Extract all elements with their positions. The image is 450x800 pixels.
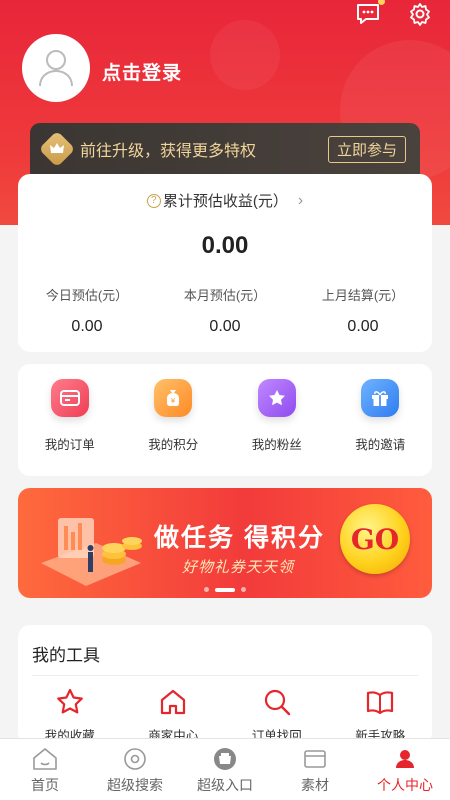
order-card-icon bbox=[50, 379, 89, 417]
search-icon bbox=[264, 689, 290, 716]
divider bbox=[32, 675, 418, 676]
super-search-icon bbox=[124, 748, 146, 770]
star-icon bbox=[257, 379, 296, 417]
tab-super-search[interactable]: 超级搜索 bbox=[90, 739, 180, 800]
login-link[interactable]: 点击登录 bbox=[102, 58, 182, 85]
svg-text:¥: ¥ bbox=[171, 397, 176, 405]
earnings-month: 本月预估(元） 0.00 bbox=[156, 285, 294, 336]
earnings-breakdown: 今日预估(元） 0.00 本月预估(元） 0.00 上月结算(元） 0.00 bbox=[18, 285, 432, 336]
earnings-last-month: 上月结算(元） 0.00 bbox=[294, 285, 432, 336]
tab-label: 个人中心 bbox=[377, 777, 433, 793]
earnings-label: 本月预估(元） bbox=[183, 288, 267, 303]
store-icon bbox=[161, 689, 186, 715]
money-bag-icon: ¥ bbox=[154, 379, 193, 417]
go-button[interactable]: GO bbox=[340, 504, 410, 574]
tab-label: 首页 bbox=[31, 777, 59, 793]
avatar[interactable] bbox=[22, 34, 90, 102]
banner-subtitle: 好物礼券天天领 bbox=[182, 559, 295, 576]
gift-icon bbox=[361, 379, 400, 417]
tab-label: 素材 bbox=[301, 777, 329, 793]
tool-order-recovery[interactable]: 订单找回 bbox=[225, 687, 329, 744]
tool-favorites[interactable]: 我的收藏 bbox=[18, 687, 122, 744]
profile-icon bbox=[396, 750, 414, 768]
quick-link-label: 我的邀请 bbox=[355, 438, 406, 452]
quick-link-label: 我的积分 bbox=[148, 438, 199, 452]
quick-link-label: 我的订单 bbox=[44, 438, 95, 452]
tab-material[interactable]: 素材 bbox=[270, 739, 360, 800]
my-invites-link[interactable]: 我的邀请 bbox=[329, 364, 433, 476]
chat-bubble-icon[interactable] bbox=[354, 0, 385, 28]
carousel-indicator bbox=[18, 587, 432, 592]
vip-promo-text: 前往升级，获得更多特权 bbox=[80, 143, 257, 160]
my-fans-link[interactable]: 我的粉丝 bbox=[225, 364, 329, 476]
my-points-link[interactable]: ¥ 我的积分 bbox=[122, 364, 226, 476]
star-outline-icon bbox=[56, 688, 83, 714]
tab-home[interactable]: 首页 bbox=[0, 739, 90, 800]
join-now-button[interactable]: 立即参与 bbox=[327, 135, 406, 163]
tab-profile[interactable]: 个人中心 bbox=[360, 739, 450, 800]
my-orders-link[interactable]: 我的订单 bbox=[18, 364, 122, 476]
tools-title: 我的工具 bbox=[32, 646, 100, 665]
chevron-right-icon: › bbox=[297, 191, 304, 209]
carousel-dot[interactable] bbox=[204, 587, 209, 592]
entrance-icon bbox=[214, 748, 236, 770]
question-icon[interactable]: ? bbox=[146, 193, 161, 208]
carousel-dot[interactable] bbox=[241, 587, 246, 592]
earnings-title: 累计预估收益(元） bbox=[162, 193, 288, 210]
bottom-tab-bar: 首页 超级搜索 超级入口 素材 个人中心 bbox=[0, 738, 450, 800]
tab-label: 超级入口 bbox=[197, 777, 253, 793]
header-actions bbox=[354, 0, 434, 28]
tool-beginner-guide[interactable]: 新手攻略 bbox=[329, 687, 433, 744]
gear-icon[interactable] bbox=[406, 0, 434, 28]
task-banner[interactable]: 做任务 得积分 好物礼券天天领 GO bbox=[18, 488, 432, 598]
carousel-dot-active[interactable] bbox=[215, 587, 235, 592]
tools-card: 我的工具 我的收藏 商家中心 订单找回 新手攻略 bbox=[18, 625, 432, 745]
material-icon bbox=[304, 750, 326, 768]
vip-upgrade-bar[interactable]: 前往升级，获得更多特权 立即参与 bbox=[30, 123, 420, 175]
decor-circle bbox=[210, 20, 280, 90]
earnings-title-row[interactable]: ? 累计预估收益(元） › bbox=[18, 190, 432, 211]
earnings-label: 今日预估(元） bbox=[45, 288, 129, 303]
earnings-label: 上月结算(元） bbox=[321, 288, 405, 303]
earnings-total: 0.00 bbox=[201, 232, 249, 259]
user-silhouette-icon bbox=[39, 50, 73, 87]
tab-label: 超级搜索 bbox=[107, 777, 163, 793]
unread-dot bbox=[378, 0, 385, 5]
tab-super-entrance[interactable]: 超级入口 bbox=[180, 739, 270, 800]
quick-link-label: 我的粉丝 bbox=[251, 438, 302, 452]
earnings-card: ? 累计预估收益(元） › 0.00 今日预估(元） 0.00 本月预估(元） … bbox=[18, 174, 432, 352]
crown-icon bbox=[38, 130, 76, 168]
quick-links-card: 我的订单 ¥ 我的积分 我的粉丝 我的邀请 bbox=[18, 364, 432, 476]
book-icon bbox=[367, 691, 394, 715]
earnings-today: 今日预估(元） 0.00 bbox=[18, 285, 156, 336]
banner-title: 做任务 得积分 bbox=[154, 524, 325, 552]
tool-merchant[interactable]: 商家中心 bbox=[122, 687, 226, 744]
phone-coins-illustration bbox=[41, 518, 142, 586]
earnings-value: 0.00 bbox=[71, 318, 103, 335]
earnings-value: 0.00 bbox=[347, 318, 379, 335]
earnings-value: 0.00 bbox=[209, 318, 241, 335]
home-icon bbox=[33, 748, 57, 770]
tools-row: 我的收藏 商家中心 订单找回 新手攻略 bbox=[18, 687, 432, 744]
